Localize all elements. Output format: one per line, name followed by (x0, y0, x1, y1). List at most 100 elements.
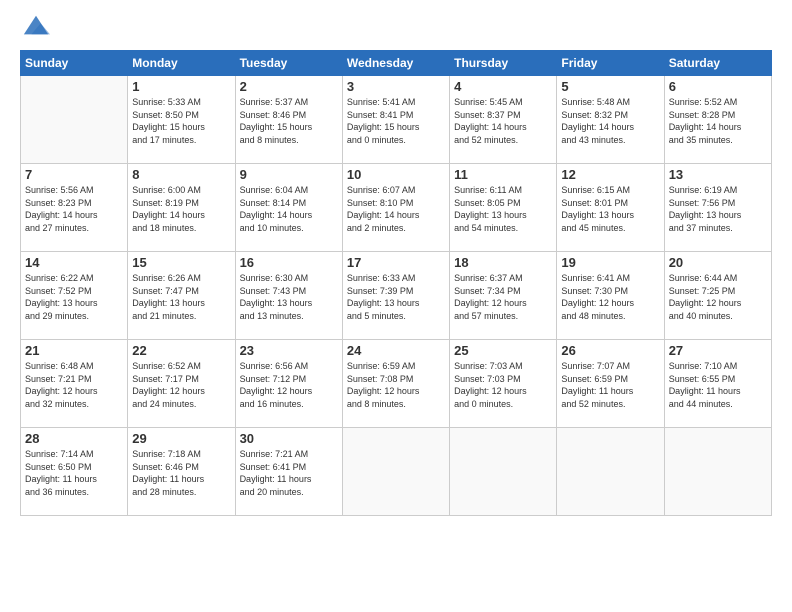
col-header-tuesday: Tuesday (235, 51, 342, 76)
calendar-cell: 11 Sunrise: 6:11 AM Sunset: 8:05 PM Dayli… (450, 164, 557, 252)
calendar-cell: 12 Sunrise: 6:15 AM Sunset: 8:01 PM Dayli… (557, 164, 664, 252)
day-number: 1 (132, 79, 230, 94)
day-info: Sunrise: 5:45 AM Sunset: 8:37 PM Dayligh… (454, 96, 552, 146)
day-number: 26 (561, 343, 659, 358)
day-number: 22 (132, 343, 230, 358)
day-info: Sunrise: 6:33 AM Sunset: 7:39 PM Dayligh… (347, 272, 445, 322)
calendar-cell: 10 Sunrise: 6:07 AM Sunset: 8:10 PM Dayli… (342, 164, 449, 252)
calendar-cell: 13 Sunrise: 6:19 AM Sunset: 7:56 PM Dayli… (664, 164, 771, 252)
calendar-cell: 7Sunrise: 5:56 AM Sunset: 8:23 PM Daylig… (21, 164, 128, 252)
day-info: Sunrise: 6:11 AM Sunset: 8:05 PM Dayligh… (454, 184, 552, 234)
day-number: 6 (669, 79, 767, 94)
calendar-cell: 30 Sunrise: 7:21 AM Sunset: 6:41 PM Dayli… (235, 428, 342, 516)
calendar-cell: 1 Sunrise: 5:33 AM Sunset: 8:50 PM Daylig… (128, 76, 235, 164)
calendar-cell: 28 Sunrise: 7:14 AM Sunset: 6:50 PM Dayli… (21, 428, 128, 516)
day-info: Sunrise: 6:41 AM Sunset: 7:30 PM Dayligh… (561, 272, 659, 322)
calendar-cell: 3 Sunrise: 5:41 AM Sunset: 8:41 PM Daylig… (342, 76, 449, 164)
day-number: 5 (561, 79, 659, 94)
calendar-cell: 20 Sunrise: 6:44 AM Sunset: 7:25 PM Dayli… (664, 252, 771, 340)
day-number: 13 (669, 167, 767, 182)
day-info: Sunrise: 6:22 AM Sunset: 7:52 PM Dayligh… (25, 272, 123, 322)
calendar-cell: 29 Sunrise: 7:18 AM Sunset: 6:46 PM Dayli… (128, 428, 235, 516)
day-number: 20 (669, 255, 767, 270)
calendar-cell (342, 428, 449, 516)
calendar-cell: 16 Sunrise: 6:30 AM Sunset: 7:43 PM Dayli… (235, 252, 342, 340)
calendar-cell: 26 Sunrise: 7:07 AM Sunset: 6:59 PM Dayli… (557, 340, 664, 428)
header-row: SundayMondayTuesdayWednesdayThursdayFrid… (21, 51, 772, 76)
day-info: Sunrise: 7:14 AM Sunset: 6:50 PM Dayligh… (25, 448, 123, 498)
day-number: 16 (240, 255, 338, 270)
day-number: 14 (25, 255, 123, 270)
calendar-cell: 8 Sunrise: 6:00 AM Sunset: 8:19 PM Daylig… (128, 164, 235, 252)
day-info: Sunrise: 7:21 AM Sunset: 6:41 PM Dayligh… (240, 448, 338, 498)
day-number: 21 (25, 343, 123, 358)
calendar-cell: 18Sunrise: 6:37 AM Sunset: 7:34 PM Dayli… (450, 252, 557, 340)
day-info: Sunrise: 6:48 AM Sunset: 7:21 PM Dayligh… (25, 360, 123, 410)
day-number: 17 (347, 255, 445, 270)
day-number: 29 (132, 431, 230, 446)
day-number: 23 (240, 343, 338, 358)
calendar-cell: 21 Sunrise: 6:48 AM Sunset: 7:21 PM Dayli… (21, 340, 128, 428)
calendar-cell: 22 Sunrise: 6:52 AM Sunset: 7:17 PM Dayli… (128, 340, 235, 428)
day-number: 25 (454, 343, 552, 358)
day-number: 30 (240, 431, 338, 446)
calendar-cell: 23 Sunrise: 6:56 AM Sunset: 7:12 PM Dayli… (235, 340, 342, 428)
calendar-cell: 4 Sunrise: 5:45 AM Sunset: 8:37 PM Daylig… (450, 76, 557, 164)
day-number: 28 (25, 431, 123, 446)
calendar-cell: 5 Sunrise: 5:48 AM Sunset: 8:32 PM Daylig… (557, 76, 664, 164)
calendar-cell: 15 Sunrise: 6:26 AM Sunset: 7:47 PM Dayli… (128, 252, 235, 340)
day-info: Sunrise: 5:41 AM Sunset: 8:41 PM Dayligh… (347, 96, 445, 146)
calendar-cell: 27Sunrise: 7:10 AM Sunset: 6:55 PM Dayli… (664, 340, 771, 428)
calendar-cell: 25Sunrise: 7:03 AM Sunset: 7:03 PM Dayli… (450, 340, 557, 428)
day-number: 24 (347, 343, 445, 358)
day-info: Sunrise: 6:15 AM Sunset: 8:01 PM Dayligh… (561, 184, 659, 234)
day-info: Sunrise: 5:33 AM Sunset: 8:50 PM Dayligh… (132, 96, 230, 146)
day-number: 12 (561, 167, 659, 182)
calendar-table: SundayMondayTuesdayWednesdayThursdayFrid… (20, 50, 772, 516)
col-header-monday: Monday (128, 51, 235, 76)
day-number: 9 (240, 167, 338, 182)
col-header-saturday: Saturday (664, 51, 771, 76)
day-info: Sunrise: 6:00 AM Sunset: 8:19 PM Dayligh… (132, 184, 230, 234)
week-row-5: 28 Sunrise: 7:14 AM Sunset: 6:50 PM Dayli… (21, 428, 772, 516)
day-info: Sunrise: 5:37 AM Sunset: 8:46 PM Dayligh… (240, 96, 338, 146)
calendar-cell: 19 Sunrise: 6:41 AM Sunset: 7:30 PM Dayli… (557, 252, 664, 340)
day-info: Sunrise: 5:48 AM Sunset: 8:32 PM Dayligh… (561, 96, 659, 146)
day-number: 3 (347, 79, 445, 94)
day-info: Sunrise: 5:56 AM Sunset: 8:23 PM Dayligh… (25, 184, 123, 234)
week-row-1: 1 Sunrise: 5:33 AM Sunset: 8:50 PM Daylig… (21, 76, 772, 164)
day-info: Sunrise: 5:52 AM Sunset: 8:28 PM Dayligh… (669, 96, 767, 146)
calendar-cell: 9 Sunrise: 6:04 AM Sunset: 8:14 PM Daylig… (235, 164, 342, 252)
day-number: 15 (132, 255, 230, 270)
day-number: 4 (454, 79, 552, 94)
day-info: Sunrise: 6:26 AM Sunset: 7:47 PM Dayligh… (132, 272, 230, 322)
page: SundayMondayTuesdayWednesdayThursdayFrid… (0, 0, 792, 612)
day-number: 8 (132, 167, 230, 182)
day-info: Sunrise: 6:44 AM Sunset: 7:25 PM Dayligh… (669, 272, 767, 322)
calendar-cell (21, 76, 128, 164)
day-number: 2 (240, 79, 338, 94)
day-info: Sunrise: 7:07 AM Sunset: 6:59 PM Dayligh… (561, 360, 659, 410)
calendar-cell (557, 428, 664, 516)
day-info: Sunrise: 6:30 AM Sunset: 7:43 PM Dayligh… (240, 272, 338, 322)
day-number: 11 (454, 167, 552, 182)
logo (20, 16, 50, 40)
day-info: Sunrise: 6:52 AM Sunset: 7:17 PM Dayligh… (132, 360, 230, 410)
day-number: 10 (347, 167, 445, 182)
week-row-4: 21 Sunrise: 6:48 AM Sunset: 7:21 PM Dayli… (21, 340, 772, 428)
day-info: Sunrise: 6:07 AM Sunset: 8:10 PM Dayligh… (347, 184, 445, 234)
calendar-cell: 14 Sunrise: 6:22 AM Sunset: 7:52 PM Dayli… (21, 252, 128, 340)
col-header-sunday: Sunday (21, 51, 128, 76)
day-info: Sunrise: 6:56 AM Sunset: 7:12 PM Dayligh… (240, 360, 338, 410)
calendar-cell: 6 Sunrise: 5:52 AM Sunset: 8:28 PM Daylig… (664, 76, 771, 164)
day-number: 19 (561, 255, 659, 270)
col-header-friday: Friday (557, 51, 664, 76)
header (20, 16, 772, 40)
col-header-wednesday: Wednesday (342, 51, 449, 76)
col-header-thursday: Thursday (450, 51, 557, 76)
day-info: Sunrise: 6:19 AM Sunset: 7:56 PM Dayligh… (669, 184, 767, 234)
day-info: Sunrise: 6:04 AM Sunset: 8:14 PM Dayligh… (240, 184, 338, 234)
day-info: Sunrise: 6:37 AM Sunset: 7:34 PM Dayligh… (454, 272, 552, 322)
day-info: Sunrise: 7:18 AM Sunset: 6:46 PM Dayligh… (132, 448, 230, 498)
calendar-cell (664, 428, 771, 516)
